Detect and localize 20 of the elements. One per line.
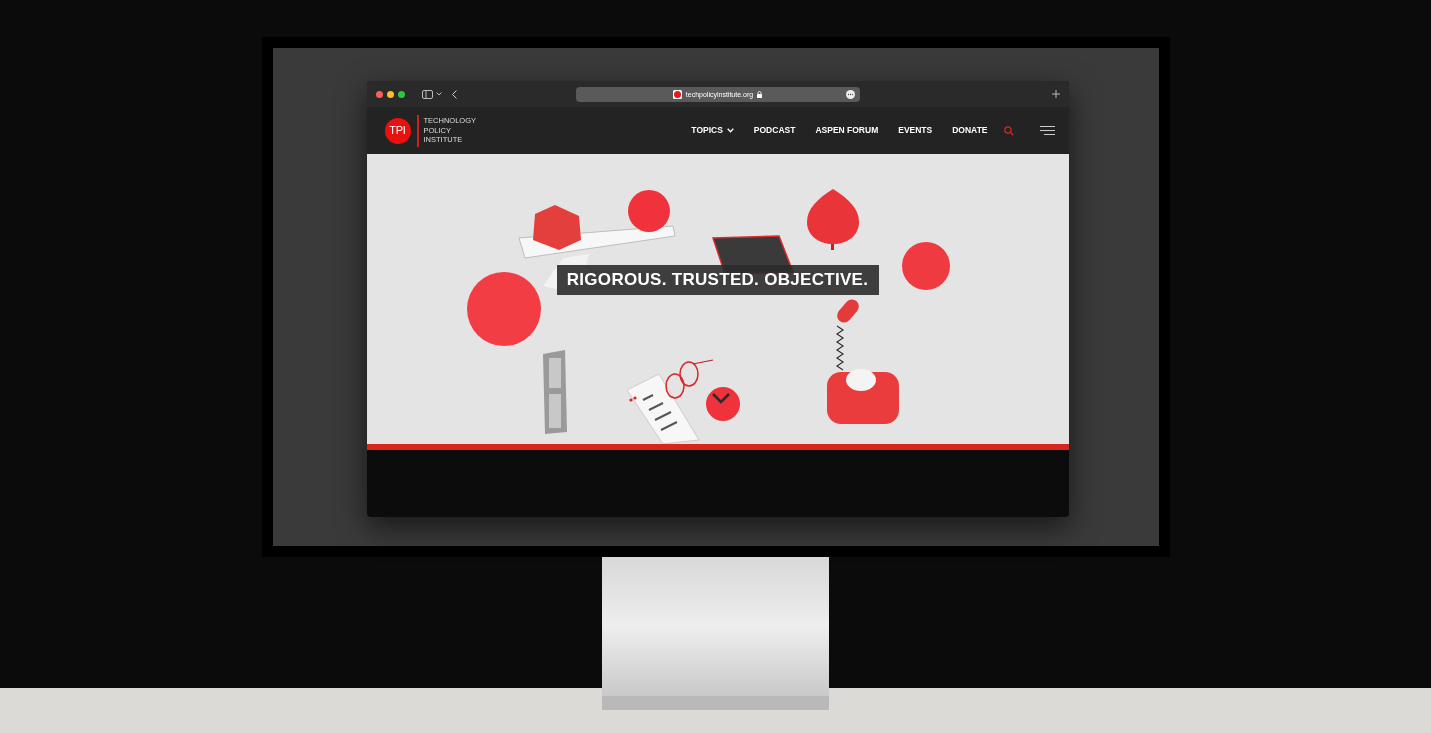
nav-link[interactable]: PODCAST <box>753 124 796 137</box>
more-options-icon[interactable] <box>845 90 855 99</box>
site-favicon-icon <box>672 90 682 99</box>
hero-tagline: RIGOROUS. TRUSTED. OBJECTIVE. <box>556 265 879 295</box>
lock-icon <box>757 91 763 98</box>
new-tab-icon[interactable] <box>1051 90 1060 98</box>
sidebar-icon[interactable] <box>421 89 433 99</box>
nav-link[interactable]: EVENTS <box>898 124 933 137</box>
chevron-down-icon <box>726 128 734 133</box>
close-button[interactable] <box>375 90 383 98</box>
zoom-button[interactable] <box>397 90 405 98</box>
logo-mark: TPI <box>384 117 411 144</box>
chevron-down-icon[interactable] <box>435 92 442 96</box>
nav-link[interactable]: ASPEN FORUM <box>815 124 879 137</box>
back-icon[interactable] <box>451 89 457 99</box>
menu-icon[interactable] <box>1039 126 1055 135</box>
nav-link[interactable]: TOPICS <box>691 124 734 137</box>
minimize-button[interactable] <box>386 90 394 98</box>
nav-link[interactable]: DONATE <box>952 124 988 137</box>
search-icon[interactable] <box>1003 125 1014 136</box>
